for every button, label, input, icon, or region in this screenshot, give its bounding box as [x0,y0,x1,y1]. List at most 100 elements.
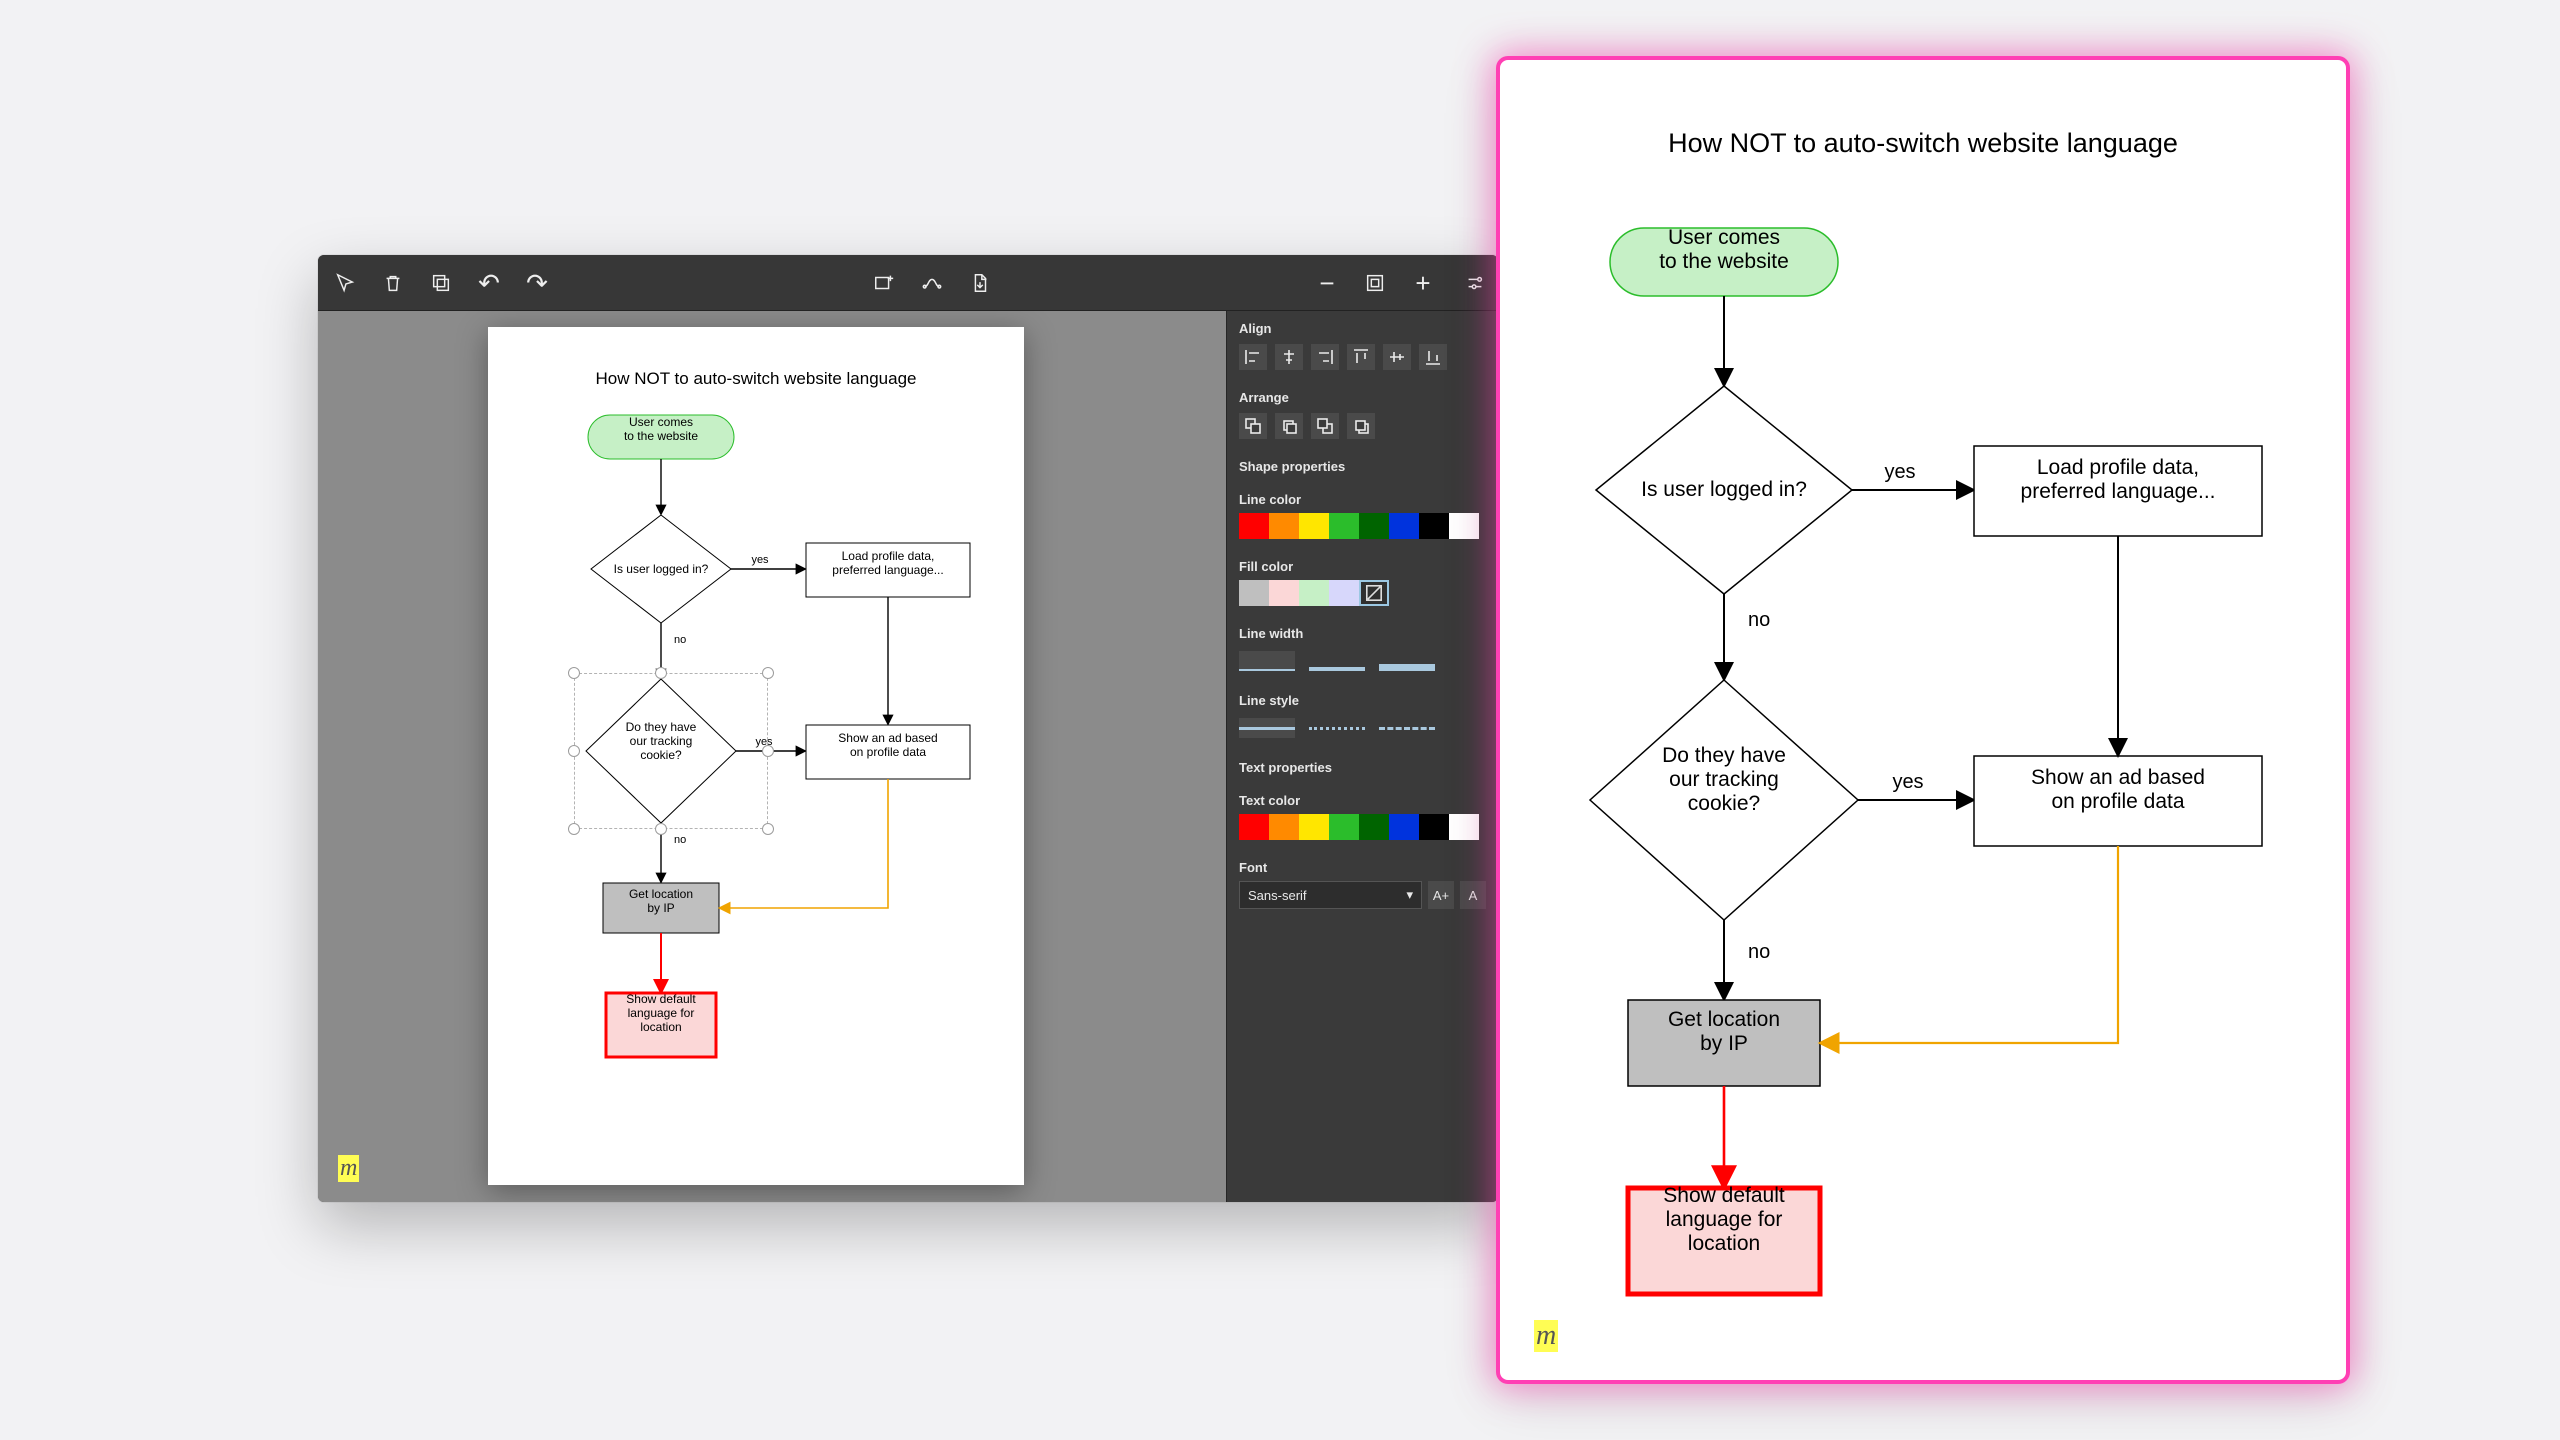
selection-handle[interactable] [568,667,580,679]
selection-handle[interactable] [762,823,774,835]
node-start-text: User comesto the website [624,415,698,443]
color-swatch[interactable] [1299,580,1329,606]
color-swatch[interactable] [1359,814,1389,840]
watermark-m: m [338,1155,359,1182]
send-back-button[interactable] [1347,413,1375,439]
panel-section-arrange: Arrange [1227,380,1498,413]
edge-label-no: no [674,634,686,646]
color-swatch[interactable] [1329,814,1359,840]
duplicate-button[interactable] [424,266,458,300]
bring-front-button[interactable] [1239,413,1267,439]
selection-handle[interactable] [655,667,667,679]
selection-bounding-box [574,673,768,829]
svg-text:no: no [1748,941,1770,963]
align-top-button[interactable] [1347,344,1375,370]
selection-handle[interactable] [762,745,774,757]
editor-canvas[interactable]: How NOT to auto-switch website language [318,311,1226,1202]
linestyle-dotted[interactable] [1309,718,1365,738]
zoom-out-button[interactable]: − [1310,266,1344,300]
undo-button[interactable]: ↶ [472,266,506,300]
panel-section-text: Text properties [1227,750,1498,783]
color-swatch[interactable] [1269,814,1299,840]
align-center-v-button[interactable] [1383,344,1411,370]
color-swatch[interactable] [1359,513,1389,539]
edge-label-yes: yes [751,554,769,566]
color-swatch[interactable] [1419,814,1449,840]
label-linestyle: Line style [1227,683,1498,714]
align-center-h-button[interactable] [1275,344,1303,370]
fit-view-button[interactable] [1358,266,1392,300]
color-swatch[interactable] [1239,513,1269,539]
font-selected-label: Sans-serif [1248,888,1307,903]
color-swatch[interactable] [1419,513,1449,539]
pointer-tool-button[interactable] [328,266,362,300]
label-font: Font [1227,850,1498,881]
bring-forward-button[interactable] [1275,413,1303,439]
label-linewidth: Line width [1227,616,1498,647]
panel-section-align: Align [1227,311,1498,344]
svg-text:yes: yes [1884,461,1915,483]
linewidth-medium[interactable] [1309,651,1365,671]
connector-button[interactable] [915,266,949,300]
color-swatch[interactable] [1389,513,1419,539]
watermark-m: m [1534,1320,1558,1352]
svg-text:Is user logged in?: Is user logged in? [1641,478,1807,501]
node-process1-text: Load profile data,preferred language... [832,549,943,577]
line-color-swatches [1227,513,1498,549]
settings-icon[interactable] [1458,266,1492,300]
align-bottom-button[interactable] [1419,344,1447,370]
text-color-swatches [1227,814,1498,850]
preview-flowchart: User comesto the website Is user logged … [1500,60,2346,1380]
color-swatch[interactable] [1329,580,1359,606]
edge-label-no: no [674,834,686,846]
linewidth-thick[interactable] [1379,651,1435,671]
zoom-in-button[interactable]: + [1406,266,1440,300]
no-fill-swatch[interactable] [1359,580,1389,606]
send-backward-button[interactable] [1311,413,1339,439]
color-swatch[interactable] [1299,513,1329,539]
linewidth-thin[interactable] [1239,651,1295,671]
linestyle-dashed[interactable] [1379,718,1435,738]
node-process2-text: Show an ad basedon profile data [838,731,937,759]
chevron-down-icon: ▾ [1406,887,1413,903]
document-page[interactable]: How NOT to auto-switch website language [488,327,1024,1185]
color-swatch[interactable] [1269,580,1299,606]
editor-toolbar: ↶ ↷ − + [318,255,1498,311]
svg-text:no: no [1748,609,1770,631]
svg-text:Show an ad basedon profile dat: Show an ad basedon profile data [2031,766,2205,813]
label-linecolor: Line color [1227,482,1498,513]
selection-handle[interactable] [655,823,667,835]
color-swatch[interactable] [1389,814,1419,840]
node-decision1-text: Is user logged in? [614,562,709,576]
selection-handle[interactable] [568,823,580,835]
label-fillcolor: Fill color [1227,549,1498,580]
color-swatch[interactable] [1269,513,1299,539]
delete-button[interactable] [376,266,410,300]
export-button[interactable] [963,266,997,300]
color-swatch[interactable] [1239,580,1269,606]
selection-handle[interactable] [568,745,580,757]
font-size-increase[interactable]: A+ [1428,881,1454,909]
selection-handle[interactable] [762,667,774,679]
svg-text:User comesto the website: User comesto the website [1659,226,1789,273]
panel-section-shape: Shape properties [1227,449,1498,482]
color-swatch[interactable] [1449,513,1479,539]
align-right-button[interactable] [1311,344,1339,370]
font-size-decrease[interactable]: A [1460,881,1486,909]
align-left-button[interactable] [1239,344,1267,370]
preview-document: How NOT to auto-switch website language … [1500,60,2346,1380]
svg-text:Load profile data,preferred la: Load profile data,preferred language... [2021,456,2216,503]
font-select[interactable]: Sans-serif ▾ [1239,881,1422,909]
color-swatch[interactable] [1329,513,1359,539]
color-swatch[interactable] [1449,814,1479,840]
redo-button[interactable]: ↷ [520,266,554,300]
properties-panel: Align Arrange Shape properties Line colo… [1226,311,1498,1202]
label-textcolor: Text color [1227,783,1498,814]
linestyle-solid[interactable] [1239,718,1295,738]
color-swatch[interactable] [1299,814,1329,840]
color-swatch[interactable] [1239,814,1269,840]
svg-text:yes: yes [1892,771,1923,793]
add-shape-button[interactable] [867,266,901,300]
fill-color-swatches [1227,580,1498,616]
diagram-editor-window: ↶ ↷ − + How NOT to auto-switch website l… [318,255,1498,1202]
